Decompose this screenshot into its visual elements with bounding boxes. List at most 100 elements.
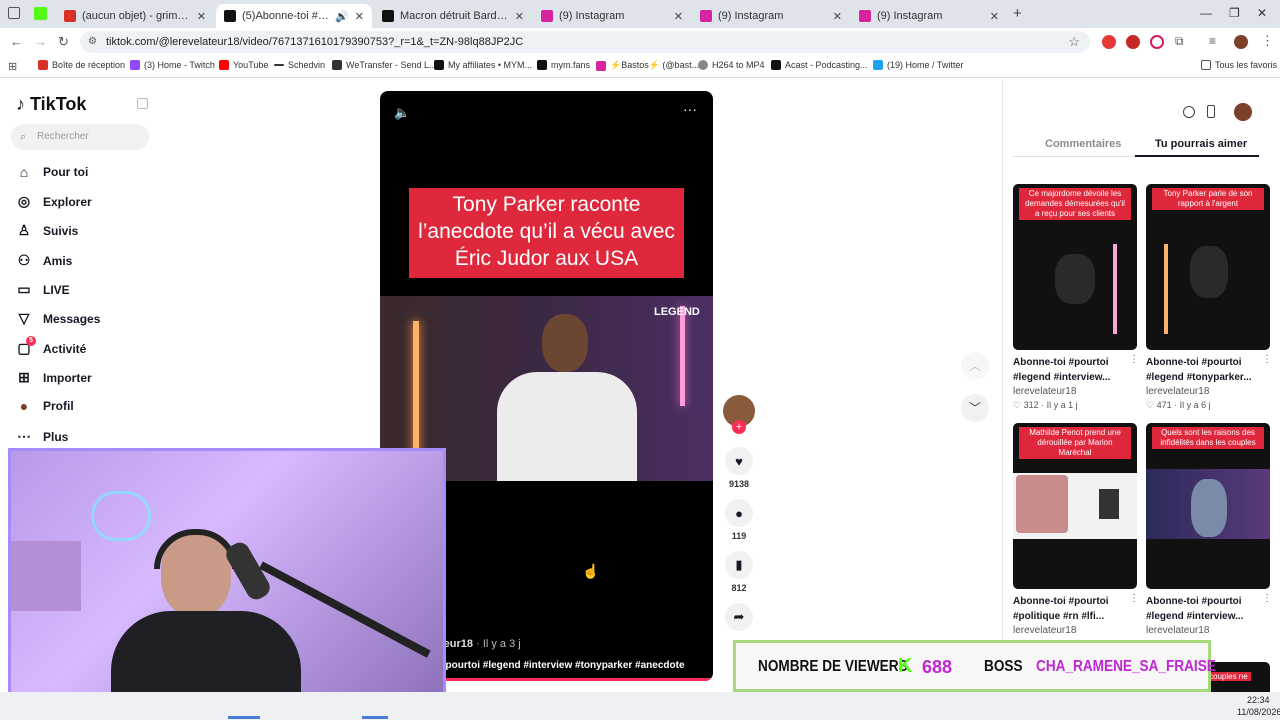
bookmark-youtube[interactable]: YouTube [219,60,268,70]
volume-icon[interactable]: 🔈 [394,105,410,121]
close-tab-icon[interactable]: ✕ [197,10,206,23]
suggested-card[interactable]: Mathilde Penot prend une dérouillée par … [1013,423,1139,636]
restore-button[interactable]: ❐ [1229,6,1240,20]
tab-gmail[interactable]: (aucun objet) - grimalbastien@ ✕ [56,4,214,28]
nav-suivis[interactable]: ♙ Suivis [16,222,79,239]
clock-time[interactable]: 22:34 [1247,695,1270,705]
share-action[interactable]: ➦ [725,603,753,631]
wetransfer-icon [332,60,342,70]
bookmark-twitch[interactable]: (3) Home - Twitch [130,60,215,70]
new-tab-button[interactable]: + [1013,5,1022,22]
nav-messages[interactable]: ▽ Messages [16,310,101,327]
bookmark-gmail[interactable]: Boîte de réception [38,60,125,70]
like-action[interactable]: ♥ 9138 [725,447,753,489]
browser-menu-icon[interactable]: ⋮ [1261,33,1274,49]
close-tab-icon[interactable]: ✕ [833,10,842,23]
all-bookmarks[interactable]: Tous les favoris [1201,60,1277,70]
nav-profil[interactable]: ● Profil [16,398,74,414]
reload-icon[interactable]: ↻ [58,34,69,50]
close-tab-icon[interactable]: ✕ [990,10,999,23]
bookmark-acast[interactable]: Acast - Podcasting... [771,60,868,70]
site-info-icon[interactable]: ⚙ [88,31,97,53]
next-video-button[interactable]: ﹀ [961,394,989,422]
extensions-puzzle-icon[interactable]: ⧉ [1175,34,1184,49]
share-icon[interactable]: ➦ [725,603,753,631]
search-input[interactable]: ⌕ Rechercher [11,124,149,150]
follow-plus-button[interactable]: + [732,420,746,434]
close-tab-icon[interactable]: ✕ [515,10,524,23]
profile-avatar[interactable] [1234,35,1248,49]
card-more-icon[interactable]: ⋮ [1262,354,1272,365]
taskbar-app-icon[interactable] [362,716,388,719]
nav-explorer[interactable]: ◎ Explorer [16,193,92,210]
nav-importer[interactable]: ⊞ Importer [16,369,92,386]
forward-icon[interactable]: → [34,34,47,49]
video-author[interactable]: teur18 · Il y a 3 j [440,638,521,650]
coin-icon[interactable] [1183,106,1195,118]
nav-activite[interactable]: ▢ 5 Activité [16,336,86,357]
clock-date[interactable]: 11/08/2026 [1237,707,1280,717]
bookmark-wetransfer[interactable]: WeTransfer - Send L... [332,60,437,70]
card-more-icon[interactable]: ⋮ [1129,593,1139,604]
video-thumbnail[interactable]: Mathilde Penot prend une dérouillée par … [1013,423,1137,589]
video-more-icon[interactable]: ··· [683,101,697,117]
suggested-card[interactable]: Quels sont les raisons des infidélités d… [1146,423,1272,636]
save-action[interactable]: ▮ 812 [725,551,753,593]
card-more-icon[interactable]: ⋮ [1129,354,1139,365]
comment-action[interactable]: ● 119 [725,499,753,541]
bookmark-mym-fans[interactable]: mym.fans [537,60,590,70]
taskbar-app-icon[interactable] [228,716,260,719]
tab-instagram-2[interactable]: (9) Instagram ✕ [692,4,850,28]
kick-icon: K [898,655,913,677]
minimize-button[interactable]: — [1200,6,1212,20]
nav-pour-toi[interactable]: ⌂ Pour toi [16,164,89,180]
mobile-icon[interactable] [1207,105,1215,118]
address-bar[interactable]: ⚙ tiktok.com/@lerevelateur18/video/76713… [80,31,1090,53]
video-progress-bar[interactable] [440,678,713,681]
video-thumbnail[interactable]: Ce majordome dévoile les demandes démesu… [1013,184,1137,350]
tab-instagram-1[interactable]: (9) Instagram ✕ [533,4,691,28]
back-icon[interactable]: ← [10,34,23,49]
nav-amis[interactable]: ⚇ Amis [16,252,73,269]
video-thumbnail[interactable]: Tony Parker parle de son rapport à l'arg… [1146,184,1270,350]
block-icon[interactable] [1150,35,1164,49]
kick-tab-icon[interactable] [34,7,47,20]
bookmark-icon[interactable]: ▮ [725,551,753,579]
card-more-icon[interactable]: ⋮ [1262,593,1272,604]
collapse-sidebar-icon[interactable] [137,98,148,109]
bookmark-mym-affiliates[interactable]: My affiliates • MYM... [434,60,532,70]
heart-icon[interactable]: ♥ [725,447,753,475]
tab-instagram-3[interactable]: (9) Instagram ✕ [851,4,1007,28]
suggested-card[interactable]: Ce majordome dévoile les demandes démesu… [1013,184,1139,411]
bookmark-twitter[interactable]: (19) Home / Twitter [873,60,963,70]
adblock-icon[interactable] [1102,35,1116,49]
close-tab-icon[interactable]: ✕ [355,10,364,23]
tab-grid-icon[interactable] [8,7,20,19]
bookmark-instagram[interactable]: ⚡Bastos⚡ (@bast... [596,60,699,71]
tiktok-logo[interactable]: ♪ TikTok [16,94,86,115]
bookmark-star-icon[interactable]: ☆ [1068,31,1080,53]
audio-icon[interactable]: 🔊 [335,10,349,23]
bookmark-h264[interactable]: H264 to MP4 [698,60,765,70]
video-thumbnail[interactable]: Quels sont les raisons des infidélités d… [1146,423,1270,589]
tab-suggested[interactable]: Tu pourrais aimer [1155,138,1247,150]
tab-tiktok-active[interactable]: (5)Abonne-toi #pourtoi #le 🔊 ✕ [216,4,372,28]
media-control-icon[interactable]: ≡ [1209,34,1216,48]
nav-live[interactable]: ▭ LIVE [16,281,69,298]
tab-comments[interactable]: Commentaires [1045,138,1121,150]
tiktok-icon [224,10,236,22]
close-window-button[interactable]: ✕ [1257,6,1267,20]
suggested-card[interactable]: Tony Parker parle de son rapport à l'arg… [1146,184,1272,411]
user-avatar[interactable] [1234,103,1252,121]
previous-video-button[interactable]: ︿ [961,352,989,380]
bookmark-schedvin[interactable]: Schedvin [274,60,325,70]
viewers-overlay: NOMBRE DE VIEWERS K 688 BOSS CHA_RAMENE_… [733,640,1216,692]
video-caption[interactable]: #pourtoi #legend #interview #tonyparker … [440,660,685,671]
tab-tiktok-2[interactable]: Macron détruit Bardella au déb ✕ [374,4,532,28]
extension-red-icon[interactable] [1126,35,1140,49]
close-tab-icon[interactable]: ✕ [674,10,683,23]
apps-grid-icon[interactable]: ⊞ [8,60,17,73]
nav-plus[interactable]: ⋯ Plus [16,428,68,445]
comment-icon[interactable]: ● [725,499,753,527]
acast-icon [771,60,781,70]
